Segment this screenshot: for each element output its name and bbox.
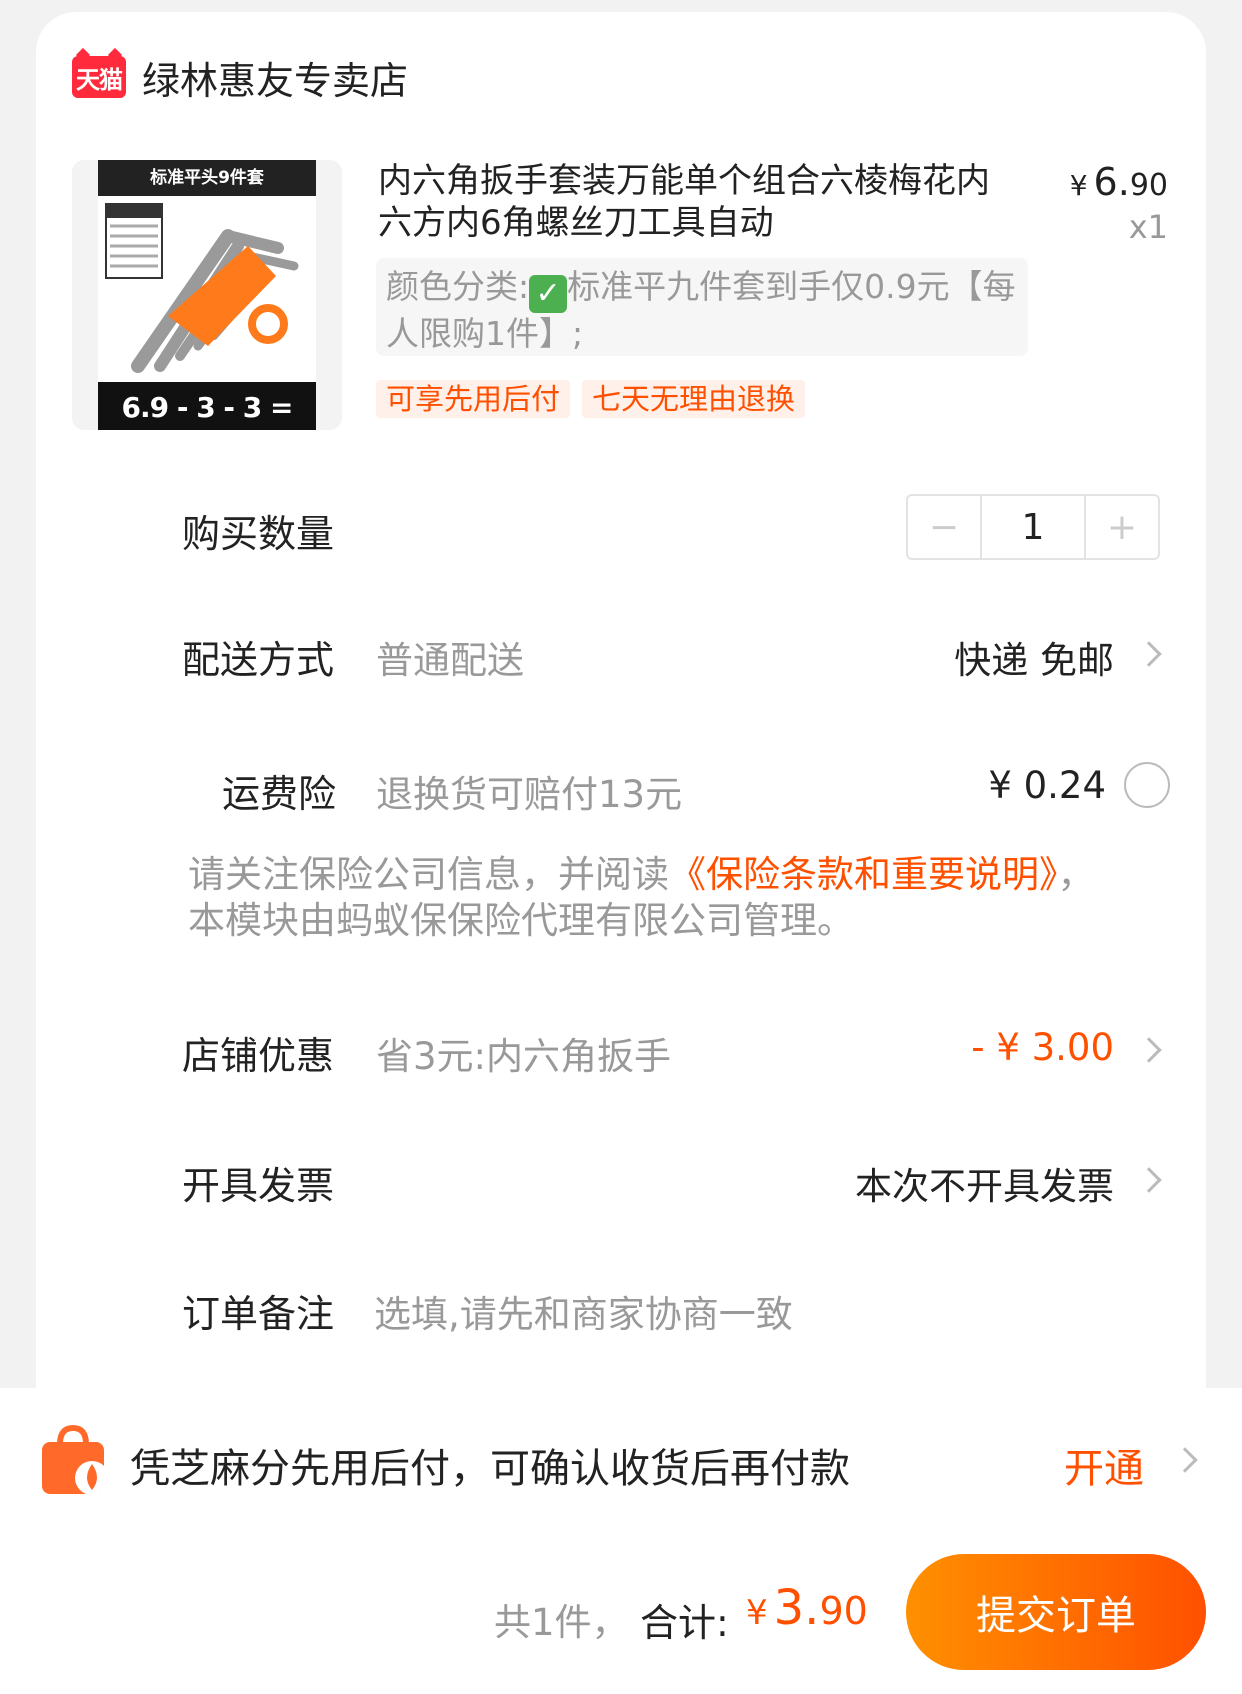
delivery-option[interactable]: 快递 免邮 — [954, 630, 1114, 684]
invoice-option[interactable]: 本次不开具发票 — [855, 1156, 1114, 1210]
remark-input[interactable]: 选填,请先和商家协商一致 — [374, 1284, 793, 1338]
price-decimal: 90 — [1129, 168, 1168, 203]
product-quantity: x1 — [1128, 208, 1168, 246]
quantity-value[interactable]: 1 — [980, 496, 1086, 558]
product-price: ¥6.90 — [1070, 160, 1168, 204]
insurance-terms-link[interactable]: 《保险条款和重要说明》 — [669, 853, 1058, 896]
check-icon: ✓ — [529, 275, 568, 313]
price-currency: ¥ — [1069, 169, 1088, 202]
tag-return-policy: 七天无理由退换 — [582, 380, 806, 418]
item-count: 共1件， — [494, 1601, 629, 1644]
insurance-label: 运费险 — [222, 772, 337, 816]
insurance-radio[interactable] — [1124, 762, 1170, 808]
product-title[interactable]: 内六角扳手套装万能单个组合六棱梅花内六方内6角螺丝刀工具自动 — [378, 160, 1018, 244]
invoice-label: 开具发票 — [182, 1164, 335, 1208]
insurance-notice: 请关注保险公司信息，并阅读《保险条款和重要说明》，本模块由蚂蚁保保险代理有限公司… — [188, 852, 1108, 944]
pay-later-activate[interactable]: 开通 — [1064, 1436, 1144, 1494]
decrement-button[interactable]: − — [908, 496, 980, 558]
total-amount: ¥3.90 — [746, 1580, 868, 1636]
total-decimal: 90 — [819, 1589, 868, 1633]
notice-prefix: 请关注保险公司信息，并阅读 — [188, 853, 669, 896]
insurance-description: 退换货可赔付13元 — [376, 773, 683, 816]
remark-label: 订单备注 — [182, 1292, 335, 1336]
tag-pay-later: 可享先用后付 — [376, 380, 571, 418]
hex-key-set-image — [105, 203, 299, 373]
sku-label: 颜色分类: — [386, 267, 530, 306]
increment-button[interactable]: + — [1086, 496, 1158, 558]
quantity-stepper: − 1 + — [906, 494, 1160, 560]
thumbnail-price-formula: 6.9 - 3 - 3 = 0.9 — [98, 382, 316, 430]
insurance-price: ¥ 0.24 — [988, 764, 1106, 807]
price-integer: 6. — [1093, 160, 1130, 204]
service-tags: 可享先用后付 七天无理由退换 — [376, 380, 806, 418]
store-discount-description: 省3元:内六角扳手 — [376, 1035, 672, 1078]
pay-later-text: 凭芝麻分先用后付，可确认收货后再付款 — [130, 1446, 850, 1492]
sku-selector[interactable]: 颜色分类: ✓ 标准平九件套到手仅0.9元【每人限购1件】; — [376, 258, 1028, 356]
total-label: 合计: — [640, 1601, 729, 1645]
submit-order-button[interactable]: 提交订单 — [906, 1554, 1206, 1670]
thumbnail-caption: 标准平头9件套 — [98, 160, 316, 196]
total-integer: 3. — [773, 1580, 820, 1636]
store-discount-value[interactable]: - ¥ 3.00 — [971, 1026, 1114, 1069]
product-thumbnail[interactable]: 标准平头9件套 6.9 - 3 - 3 = 0.9 — [72, 160, 342, 430]
delivery-method: 普通配送 — [376, 639, 524, 682]
store-discount-label: 店铺优惠 — [182, 1034, 335, 1078]
store-name: 绿林惠友专卖店 — [142, 58, 409, 103]
shopping-bag-icon — [42, 1424, 108, 1495]
quantity-label: 购买数量 — [182, 512, 335, 556]
tmall-logo: 天猫 — [72, 56, 126, 98]
store-header[interactable]: 天猫 绿林惠友专卖店 — [72, 56, 408, 103]
delivery-label: 配送方式 — [182, 638, 335, 682]
total-currency: ¥ — [746, 1593, 768, 1633]
